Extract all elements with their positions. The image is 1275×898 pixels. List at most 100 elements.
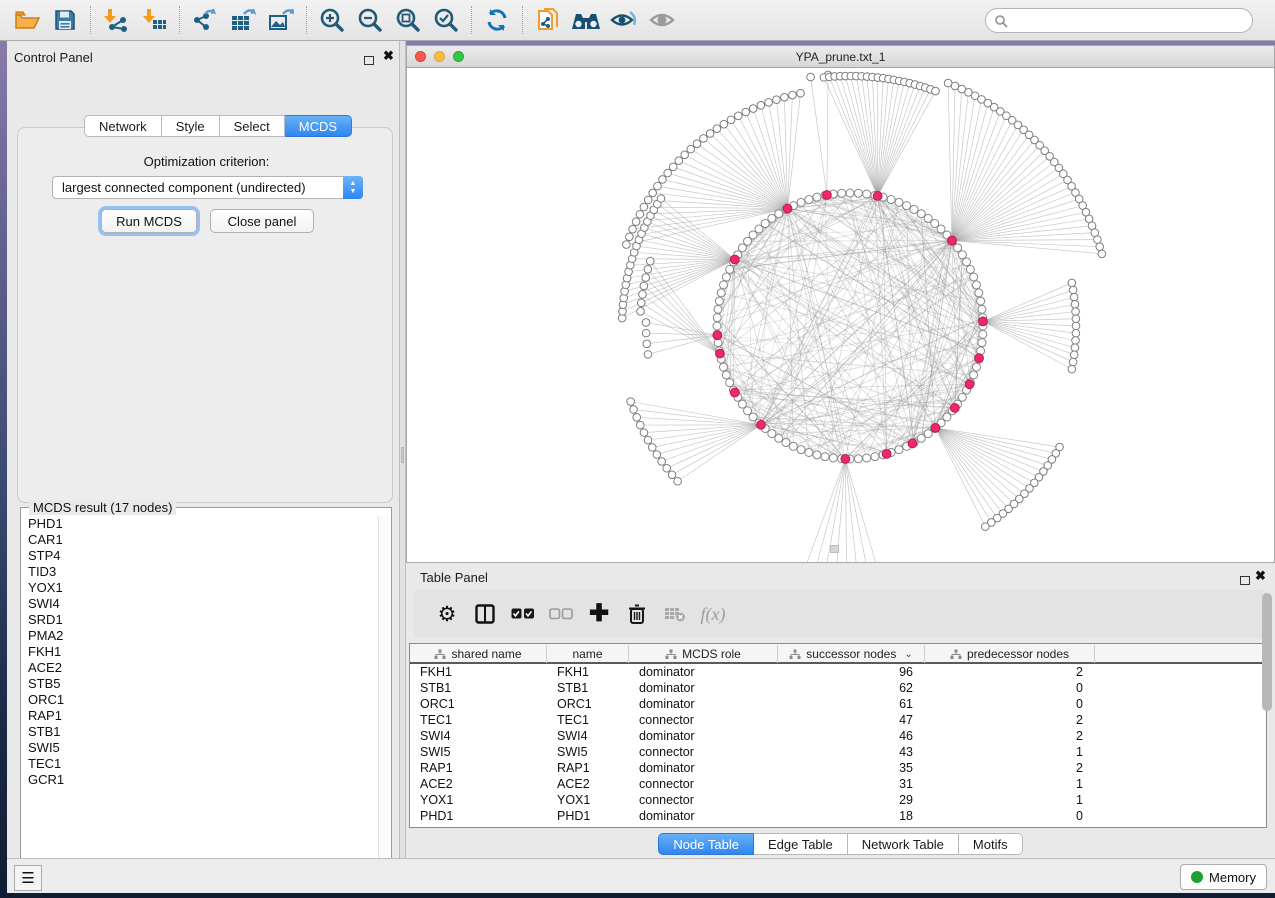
table-cell[interactable]: FKH1	[410, 664, 547, 680]
table-row[interactable]: PHD1PHD1dominator180	[410, 808, 1266, 824]
export-table-button[interactable]	[224, 3, 262, 37]
table-scrollbar[interactable]	[1261, 591, 1273, 745]
leaf-node[interactable]	[781, 93, 789, 101]
table-cell[interactable]: 18	[778, 808, 925, 824]
table-cell[interactable]: 0	[925, 680, 1095, 696]
table-panel-float-button[interactable]	[1240, 572, 1250, 590]
network-node[interactable]	[903, 202, 911, 210]
leaf-node[interactable]	[648, 444, 656, 452]
table-row[interactable]: RAP1RAP1dominator352	[410, 760, 1266, 776]
network-node[interactable]	[726, 379, 734, 387]
export-network-button[interactable]	[186, 3, 224, 37]
leaf-node[interactable]	[1070, 293, 1078, 301]
table-cell[interactable]: 43	[778, 744, 925, 760]
leaf-node[interactable]	[644, 265, 652, 273]
leaf-node[interactable]	[1072, 322, 1080, 330]
table-cell[interactable]: connector	[629, 712, 778, 728]
network-node[interactable]	[970, 273, 978, 281]
table-cell[interactable]: RAP1	[410, 760, 547, 776]
network-node[interactable]	[863, 190, 871, 198]
network-node[interactable]	[775, 434, 783, 442]
network-node[interactable]	[863, 454, 871, 462]
table-cell[interactable]: 2	[925, 712, 1095, 728]
leaf-node[interactable]	[1071, 301, 1079, 309]
task-history-button[interactable]: ☰	[14, 865, 42, 891]
horizontal-splitter-grip[interactable]	[830, 545, 839, 553]
table-cell[interactable]: PHD1	[547, 808, 629, 824]
table-cell[interactable]: dominator	[629, 728, 778, 744]
mcds-node[interactable]	[757, 420, 766, 429]
table-cell[interactable]: RAP1	[547, 760, 629, 776]
network-node[interactable]	[838, 189, 846, 197]
mcds-node[interactable]	[931, 423, 940, 432]
tab-motifs[interactable]: Motifs	[959, 833, 1023, 855]
network-node[interactable]	[977, 297, 985, 305]
leaf-node[interactable]	[642, 329, 650, 337]
leaf-node[interactable]	[713, 125, 721, 133]
network-node[interactable]	[821, 453, 829, 461]
table-row[interactable]: SWI4SWI4dominator462	[410, 728, 1266, 744]
leaf-node[interactable]	[1068, 279, 1076, 287]
table-cell[interactable]: 0	[925, 808, 1095, 824]
leaf-node[interactable]	[640, 429, 648, 437]
table-cell[interactable]: SWI5	[410, 744, 547, 760]
leaf-node[interactable]	[626, 233, 634, 241]
table-cell[interactable]: SWI4	[547, 728, 629, 744]
add-column-button[interactable]: ✚	[580, 597, 618, 631]
mcds-node[interactable]	[950, 403, 959, 412]
mcds-node[interactable]	[841, 455, 850, 464]
table-cell[interactable]: 2	[925, 664, 1095, 680]
leaf-node[interactable]	[669, 163, 677, 171]
network-node[interactable]	[738, 400, 746, 408]
table-row[interactable]: STB1STB1dominator620	[410, 680, 1266, 696]
leaf-node[interactable]	[644, 436, 652, 444]
table-cell[interactable]: dominator	[629, 696, 778, 712]
network-node[interactable]	[979, 330, 987, 338]
table-cell[interactable]: 62	[778, 680, 925, 696]
table-cell[interactable]: dominator	[629, 808, 778, 824]
leaf-node[interactable]	[646, 257, 654, 265]
table-cell[interactable]: TEC1	[410, 712, 547, 728]
network-window-titlebar[interactable]: YPA_prune.txt_1	[407, 46, 1274, 68]
mcds-result-list[interactable]: PHD1CAR1STP4TID3YOX1SWI4SRD1PMA2FKH1ACE2…	[22, 516, 378, 876]
result-node-item[interactable]: PHD1	[22, 516, 378, 532]
table-scrollbar-thumb[interactable]	[1262, 593, 1272, 711]
leaf-node[interactable]	[640, 282, 648, 290]
network-node[interactable]	[958, 251, 966, 259]
hide-selected-button[interactable]	[605, 3, 643, 37]
table-cell[interactable]: YOX1	[410, 792, 547, 808]
network-node[interactable]	[713, 314, 721, 322]
table-cell[interactable]: dominator	[629, 680, 778, 696]
network-node[interactable]	[895, 446, 903, 454]
network-node[interactable]	[958, 393, 966, 401]
network-node[interactable]	[975, 289, 983, 297]
leaf-node[interactable]	[807, 73, 815, 81]
table-cell[interactable]: ACE2	[547, 776, 629, 792]
network-node[interactable]	[887, 196, 895, 204]
leaf-node[interactable]	[1098, 250, 1106, 258]
table-row[interactable]: FKH1FKH1dominator962	[410, 664, 1266, 680]
leaf-node[interactable]	[789, 91, 797, 99]
table-cell[interactable]: 2	[925, 728, 1095, 744]
leaf-node[interactable]	[1072, 315, 1080, 323]
leaf-node[interactable]	[649, 189, 657, 197]
network-node[interactable]	[720, 281, 728, 289]
table-panel-close-button[interactable]: ✖	[1255, 568, 1266, 584]
leaf-node[interactable]	[1069, 286, 1077, 294]
leaf-node[interactable]	[637, 308, 645, 316]
leaf-node[interactable]	[630, 406, 638, 414]
leaf-node[interactable]	[639, 291, 647, 299]
network-node[interactable]	[717, 289, 725, 297]
delete-column-button[interactable]	[618, 597, 656, 631]
network-node[interactable]	[714, 305, 722, 313]
run-mcds-button[interactable]: Run MCDS	[101, 209, 197, 233]
column-header-successor-nodes[interactable]: successor nodes⌄	[778, 645, 925, 663]
splitter-grip[interactable]	[401, 447, 404, 463]
leaf-node[interactable]	[681, 151, 689, 159]
zoom-fit-button[interactable]	[389, 3, 427, 37]
search-input[interactable]	[1008, 14, 1228, 28]
network-node[interactable]	[713, 322, 721, 330]
close-panel-button[interactable]: Close panel	[210, 209, 314, 233]
leaf-node[interactable]	[693, 140, 701, 148]
leaf-node[interactable]	[643, 340, 651, 348]
